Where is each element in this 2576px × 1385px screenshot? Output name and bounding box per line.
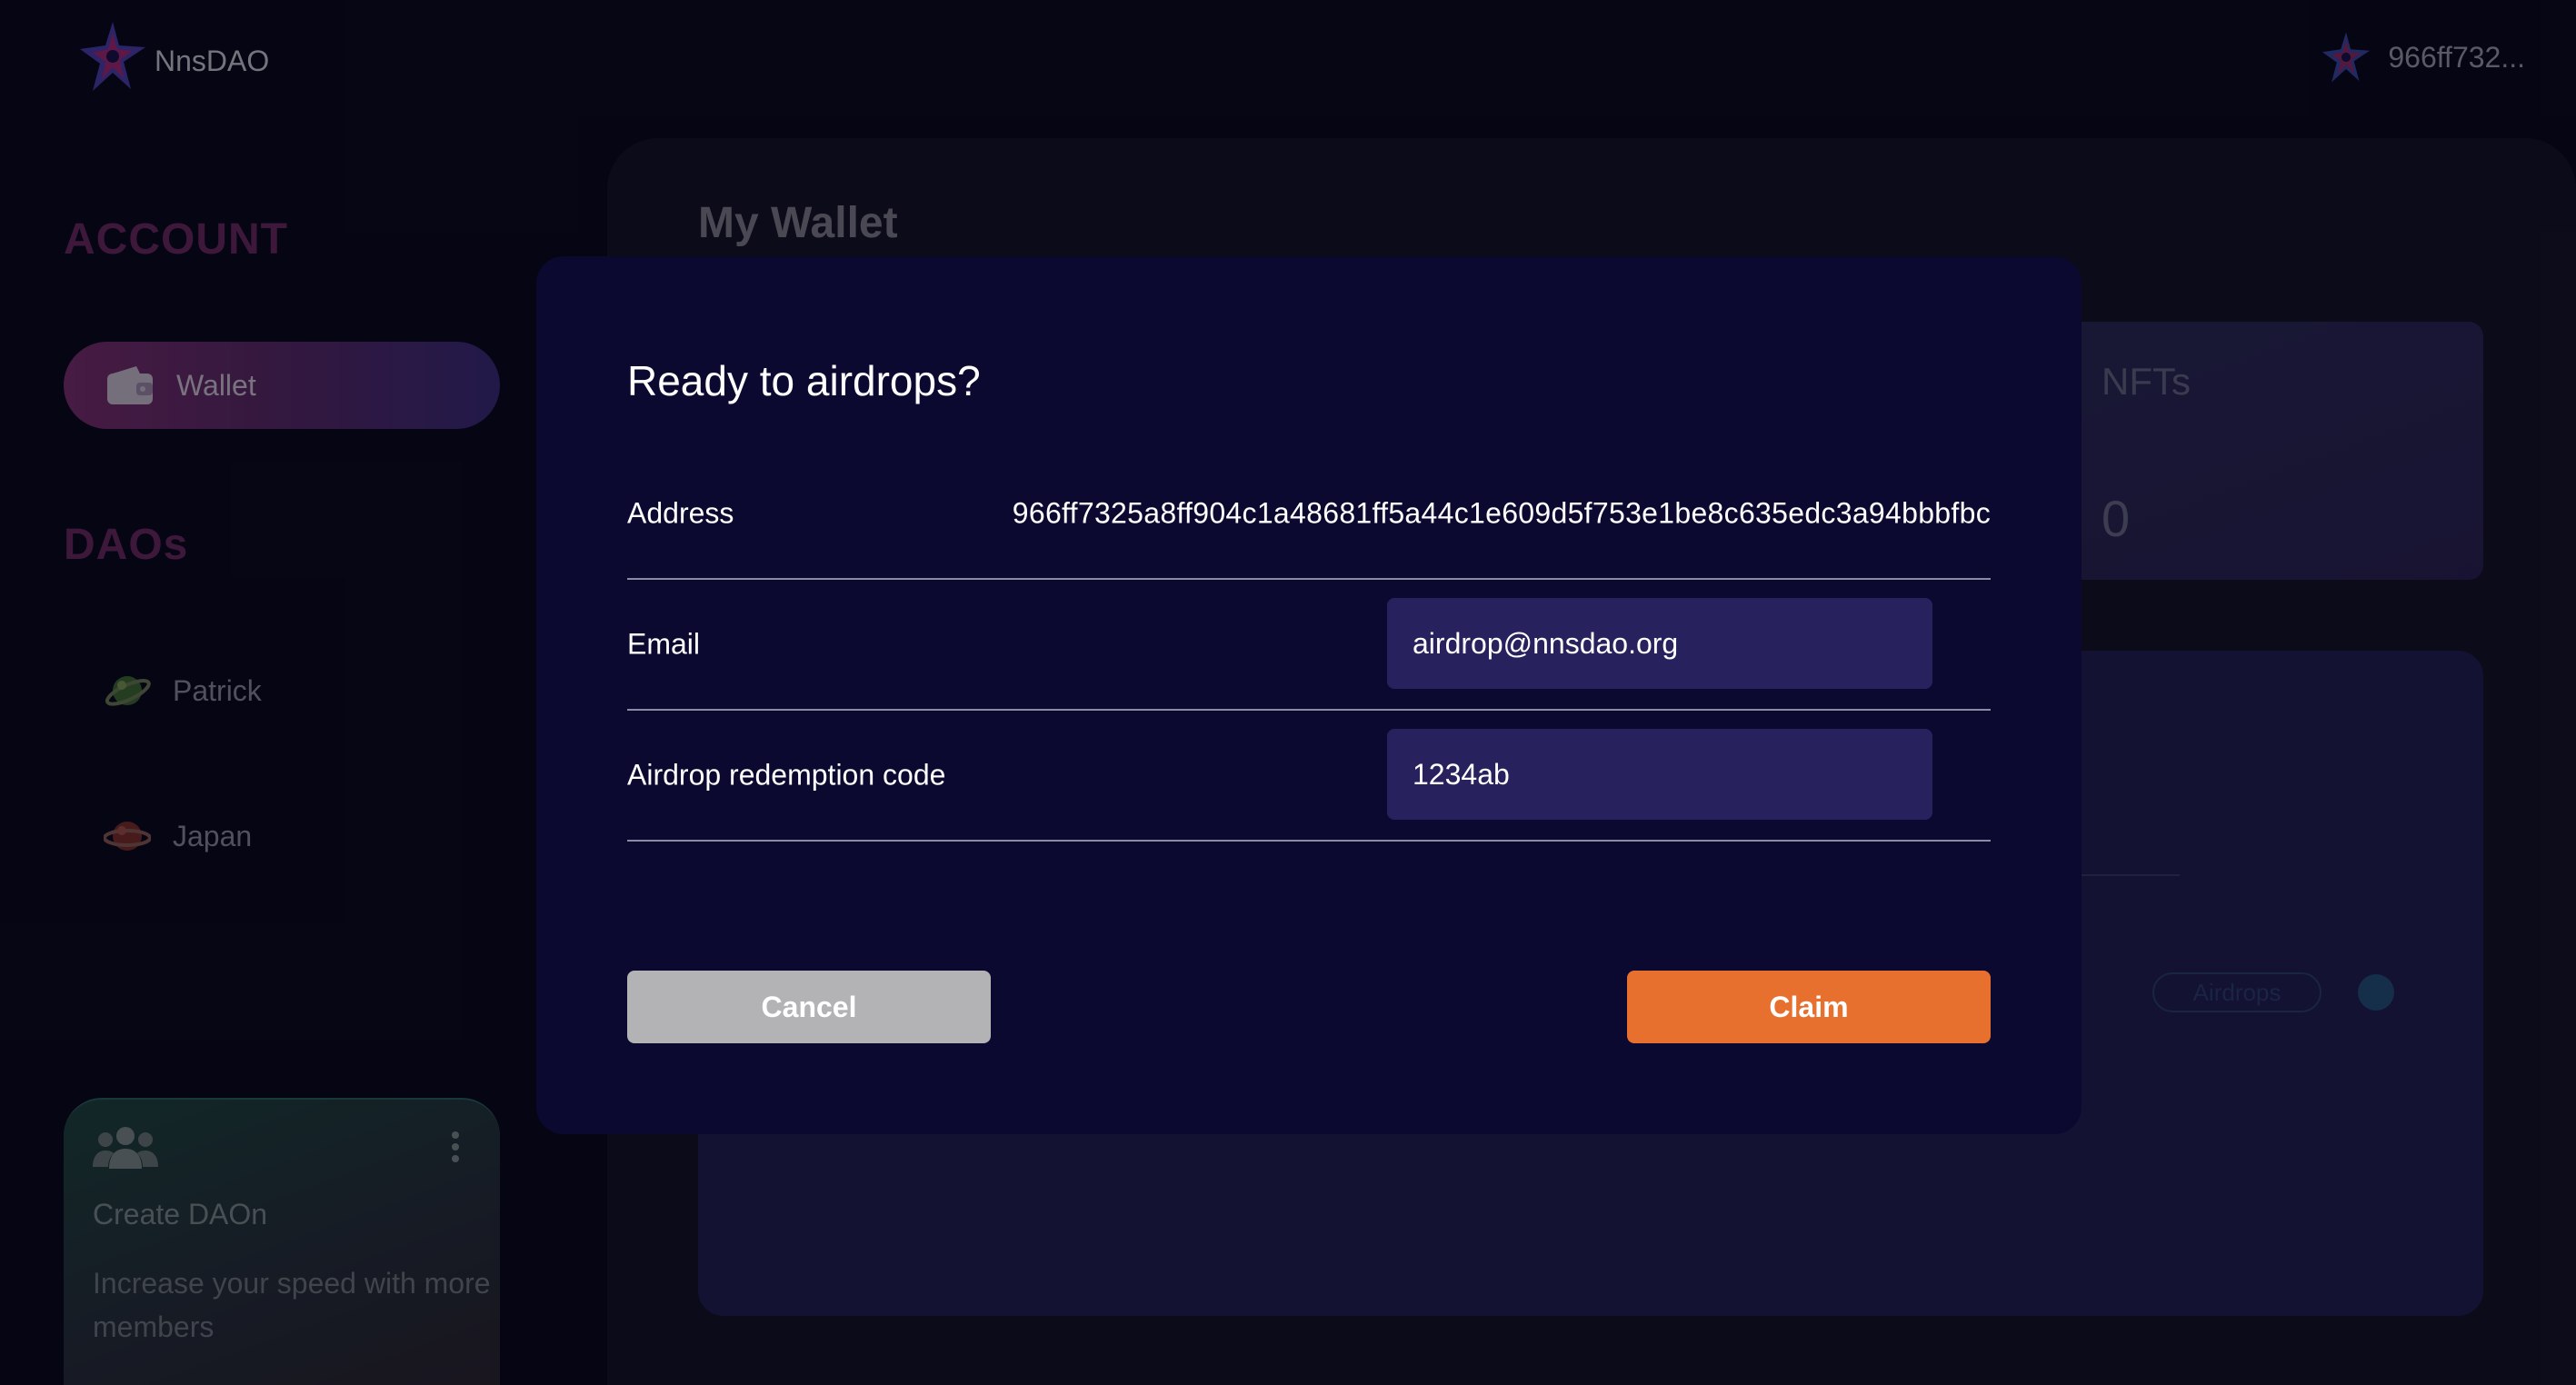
email-label: Email bbox=[627, 627, 701, 661]
app-page: NnsDAO 966ff732... ACCOUNT Wallet DAOs P… bbox=[0, 0, 2576, 1385]
email-field[interactable] bbox=[1387, 598, 1932, 689]
airdrop-dialog: Ready to airdrops? Address 966ff7325a8ff… bbox=[536, 256, 2082, 1134]
email-row: Email bbox=[627, 580, 1991, 711]
claim-button[interactable]: Claim bbox=[1627, 971, 1991, 1043]
address-label: Address bbox=[627, 496, 734, 530]
redemption-code-field[interactable] bbox=[1387, 729, 1932, 820]
address-row: Address 966ff7325a8ff904c1a48681ff5a44c1… bbox=[627, 449, 1991, 580]
cancel-button[interactable]: Cancel bbox=[627, 971, 991, 1043]
address-value: 966ff7325a8ff904c1a48681ff5a44c1e609d5f7… bbox=[1012, 496, 1991, 530]
code-row: Airdrop redemption code bbox=[627, 711, 1991, 842]
code-label: Airdrop redemption code bbox=[627, 758, 946, 792]
dialog-title: Ready to airdrops? bbox=[627, 357, 981, 404]
